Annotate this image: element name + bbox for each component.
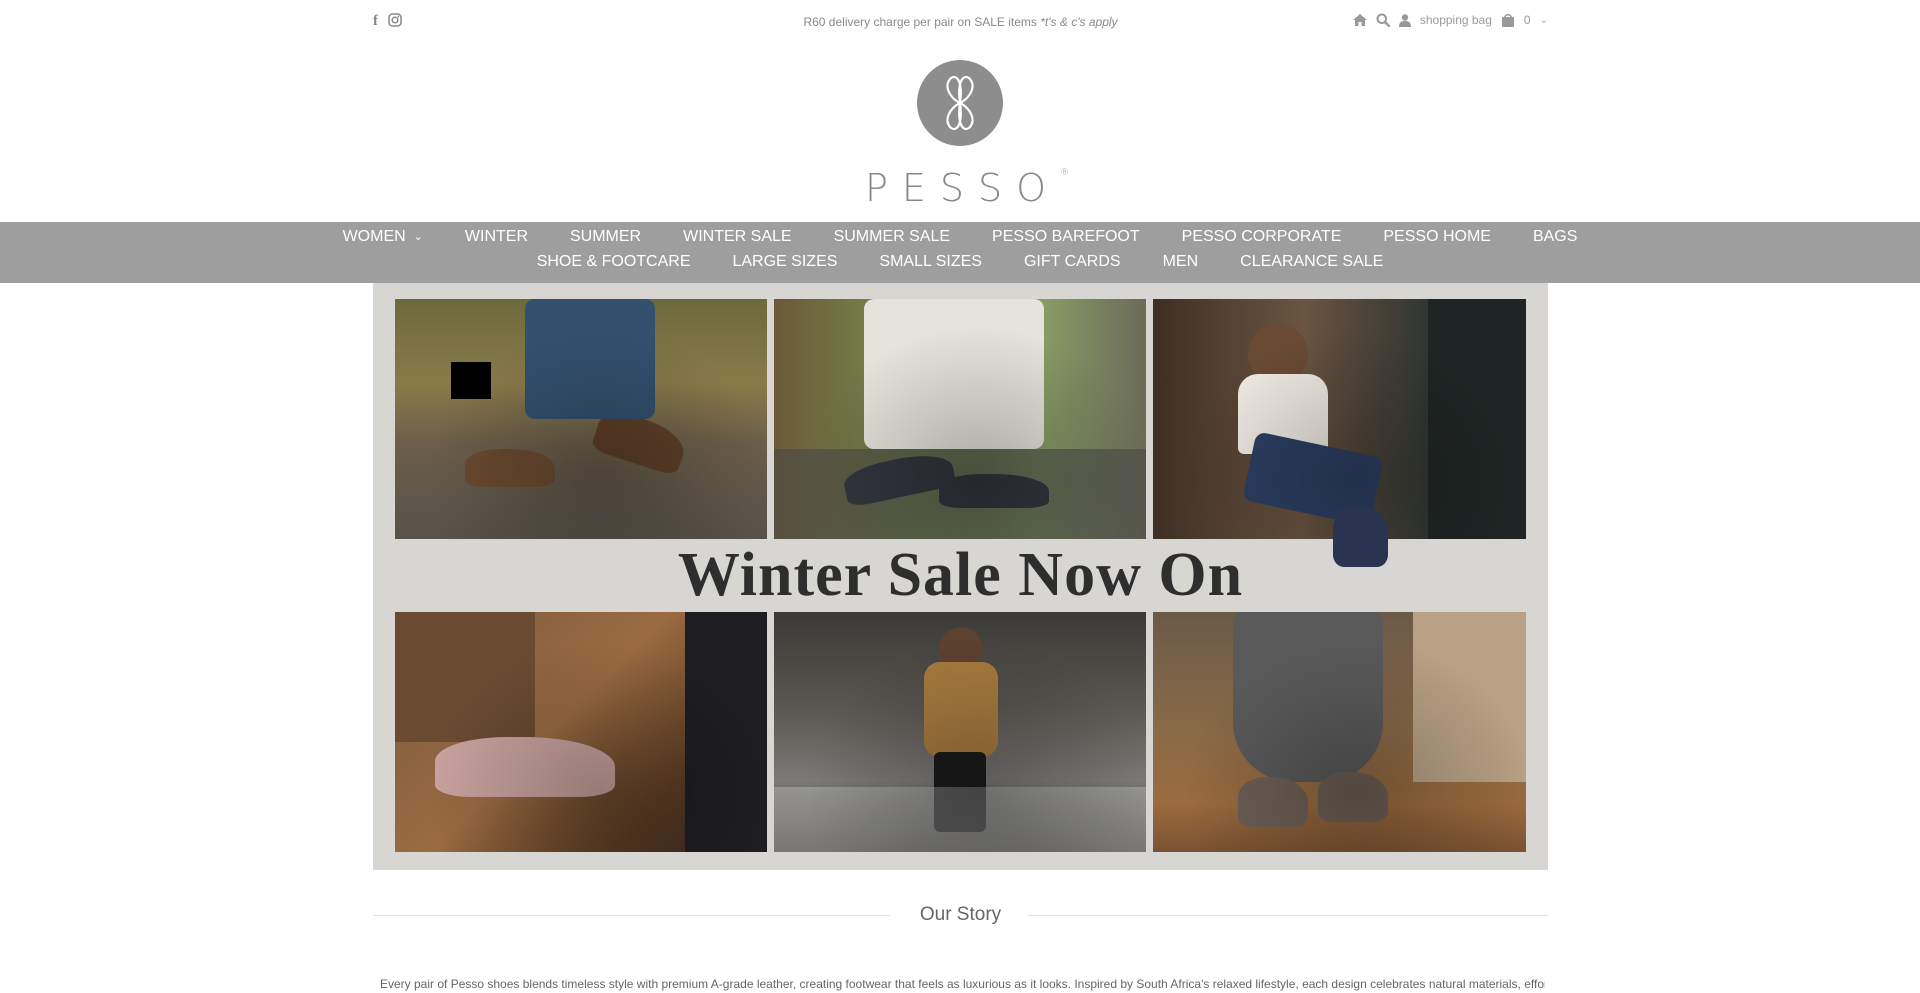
nav-item-label: LARGE SIZES (732, 253, 838, 270)
our-story-section: Our Story (373, 900, 1548, 930)
hero-banner[interactable]: Winter Sale Now On (373, 283, 1548, 870)
hero-photo-shoe-workshop (395, 612, 767, 852)
nav-item-clearance-sale[interactable]: CLEARANCE SALE (1219, 253, 1404, 271)
nav-item-women[interactable]: WOMEN ⌄ (322, 228, 444, 246)
window-frame-shape (1428, 299, 1526, 539)
nav-item-pesso-corporate[interactable]: PESSO CORPORATE (1161, 228, 1363, 246)
promo-text: R60 delivery charge per pair on SALE ite… (803, 15, 1041, 29)
hero-photo-autumn-skirt (1153, 612, 1526, 852)
nav-item-pesso-home[interactable]: PESSO HOME (1362, 228, 1512, 246)
top-bar: f R60 delivery charge per pair on SALE i… (373, 0, 1548, 46)
search-icon[interactable] (1376, 13, 1390, 27)
nav-item-label: GIFT CARDS (1023, 253, 1121, 270)
registered-mark: ® (1060, 168, 1070, 178)
brand-logo[interactable]: PESSO® (0, 60, 1920, 210)
nav-item-men[interactable]: MEN (1142, 253, 1220, 271)
pavement-shape (774, 449, 1146, 539)
nav-item-gift-cards[interactable]: GIFT CARDS (1003, 253, 1142, 271)
person-shape (685, 612, 767, 852)
loafer-shape (939, 474, 1049, 508)
boot-overlap-shape (1333, 505, 1388, 567)
chevron-down-icon[interactable]: ⌄ (414, 230, 423, 243)
promo-terms[interactable]: *t's & c's apply (1040, 15, 1117, 29)
divider-right (1028, 915, 1548, 916)
laced-shoe-shape (435, 737, 615, 797)
nav-item-label: CLEARANCE SALE (1240, 253, 1384, 270)
coat-shape (924, 662, 998, 757)
person-head-shape (1248, 324, 1308, 384)
hero-photo-market-loafers (774, 299, 1146, 539)
leggings-shape (934, 752, 986, 832)
boot-shape (465, 449, 555, 487)
crosswalk-shape (774, 787, 1146, 852)
logo-emblem-icon (917, 60, 1003, 146)
nav-item-winter-sale[interactable]: WINTER SALE (662, 228, 812, 246)
boot-shape (590, 406, 690, 477)
brand-wordmark: PESSO (864, 166, 1061, 210)
nav-item-pesso-barefoot[interactable]: PESSO BAREFOOT (971, 228, 1161, 246)
nav-item-bags[interactable]: BAGS (1512, 228, 1598, 246)
hero-photo-boots-park (395, 299, 767, 539)
loafer-shape (841, 447, 957, 509)
nav-item-label: MEN (1162, 253, 1199, 270)
nav-item-summer-sale[interactable]: SUMMER SALE (813, 228, 971, 246)
nav-item-label: SUMMER SALE (833, 228, 951, 245)
nav-item-label: WINTER (464, 228, 528, 245)
nav-item-small-sizes[interactable]: SMALL SIZES (858, 253, 1003, 271)
nav-item-label: BAGS (1532, 228, 1578, 245)
building-shape (1413, 612, 1526, 782)
shopping-bag-label[interactable]: shopping bag (1420, 13, 1492, 27)
story-paragraph: Every pair of Pesso shoes blends timeles… (380, 977, 1545, 991)
account-icon[interactable] (1398, 13, 1411, 27)
nav-item-label: PESSO CORPORATE (1181, 228, 1342, 245)
skirt-shape (1233, 612, 1383, 782)
nav-row-primary: WOMEN ⌄ WINTER SUMMER WINTER SALE SUMMER SALE… (0, 222, 1920, 246)
nav-item-shoe-footcare[interactable]: SHOE & FOOTCARE (516, 253, 712, 271)
header-utilities: shopping bag 0 ⌄ (1352, 13, 1548, 27)
boot-shape (1238, 777, 1308, 827)
boot-shape (1318, 772, 1388, 822)
brand-name: PESSO® (0, 166, 1920, 210)
nav-item-label: WOMEN (342, 228, 406, 245)
jeans-shape (525, 299, 655, 419)
bag-count: 0 (1523, 13, 1531, 27)
nav-item-large-sizes[interactable]: LARGE SIZES (711, 253, 858, 271)
sweater-shape (1238, 374, 1328, 454)
nav-item-label: PESSO BAREFOOT (992, 228, 1140, 245)
nav-item-winter[interactable]: WINTER (444, 228, 549, 246)
nav-item-label: SHOE & FOOTCARE (536, 253, 691, 270)
nav-item-label: WINTER SALE (683, 228, 792, 245)
nav-item-label: SUMMER (570, 228, 642, 245)
person-head-shape (939, 627, 983, 671)
shopping-bag-icon[interactable] (1501, 13, 1515, 27)
main-navigation: WOMEN ⌄ WINTER SUMMER WINTER SALE SUMMER SALE… (0, 222, 1920, 283)
nav-item-label: SMALL SIZES (879, 253, 982, 270)
trousers-shape (864, 299, 1044, 449)
nav-item-label: PESSO HOME (1383, 228, 1491, 245)
home-icon[interactable] (1352, 14, 1367, 26)
hero-photo-street-walk (774, 612, 1146, 852)
hero-photo-cafe-woman (1153, 299, 1526, 539)
nav-item-summer[interactable]: SUMMER (549, 228, 662, 246)
chevron-down-icon[interactable]: ⌄ (1540, 15, 1548, 26)
nav-row-secondary: SHOE & FOOTCARE LARGE SIZES SMALL SIZES GIF… (0, 246, 1920, 271)
shelf-shape (395, 612, 535, 742)
overlay-square (451, 362, 491, 399)
